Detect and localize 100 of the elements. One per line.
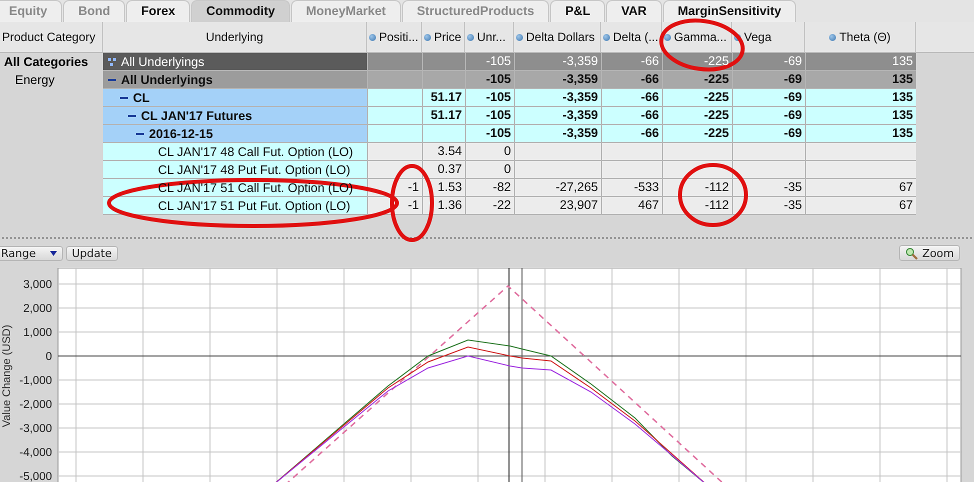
range-dropdown[interactable]: Range bbox=[0, 246, 63, 260]
underlying-cell[interactable]: 2016-12-15 bbox=[103, 125, 367, 143]
y-tick-label: 1,000 bbox=[23, 327, 52, 339]
y-axis-label: Value Change (USD) bbox=[1, 324, 13, 428]
table-cell: 135 bbox=[805, 71, 916, 89]
underlying-cell[interactable]: CL JAN'17 48 Call Fut. Option (LO) bbox=[103, 143, 367, 161]
column-header[interactable]: Vega bbox=[732, 22, 805, 52]
table-cell: 0 bbox=[465, 143, 514, 161]
table-cell: -66 bbox=[601, 125, 662, 143]
table-cell: -105 bbox=[465, 125, 514, 143]
table-cell: -66 bbox=[601, 89, 662, 107]
tab[interactable]: P&L bbox=[550, 0, 606, 22]
table-cell bbox=[367, 107, 422, 125]
table-cell: 135 bbox=[805, 89, 916, 107]
y-tick-label: -1,000 bbox=[19, 375, 52, 387]
underlying-cell[interactable]: CL bbox=[103, 89, 367, 107]
update-button[interactable]: Update bbox=[66, 246, 118, 260]
table-cell: -3,359 bbox=[514, 125, 601, 143]
table-cell: -533 bbox=[601, 179, 662, 197]
table-cell bbox=[422, 125, 465, 143]
category-item[interactable]: All Categories bbox=[0, 53, 103, 71]
underlying-cell[interactable]: CL JAN'17 Futures bbox=[103, 107, 367, 125]
table-cell: 67 bbox=[805, 179, 916, 197]
y-tick-label: -3,000 bbox=[19, 423, 52, 435]
table-cell: -105 bbox=[465, 53, 514, 71]
underlying-cell[interactable]: CL JAN'17 51 Put Fut. Option (LO) bbox=[103, 197, 367, 215]
table-cell: 23,907 bbox=[514, 197, 601, 215]
column-header[interactable]: Unr... bbox=[465, 22, 514, 52]
table-cell: -3,359 bbox=[514, 107, 601, 125]
highlight-ellipse bbox=[678, 163, 748, 227]
table-cell: -105 bbox=[465, 89, 514, 107]
table-cell: 67 bbox=[805, 197, 916, 215]
table-cell: -105 bbox=[465, 107, 514, 125]
table-cell: -225 bbox=[662, 89, 732, 107]
y-tick-label: 3,000 bbox=[23, 279, 52, 291]
y-tick-label: -2,000 bbox=[19, 399, 52, 411]
table-cell: 51.17 bbox=[422, 89, 465, 107]
table-cell: -69 bbox=[732, 71, 805, 89]
table-cell: -82 bbox=[465, 179, 514, 197]
table-cell bbox=[422, 71, 465, 89]
table-cell: -69 bbox=[732, 125, 805, 143]
table-cell: -27,265 bbox=[514, 179, 601, 197]
table-cell: 1.53 bbox=[422, 179, 465, 197]
table-cell: -105 bbox=[465, 71, 514, 89]
category-item[interactable]: Energy bbox=[0, 71, 103, 89]
table-cell bbox=[601, 143, 662, 161]
table-cell: -69 bbox=[732, 107, 805, 125]
table-cell: -112 bbox=[662, 179, 732, 197]
tab[interactable]: MarginSensitivity bbox=[662, 0, 796, 22]
table-cell: 51.17 bbox=[422, 107, 465, 125]
table-cell: 0 bbox=[465, 161, 514, 179]
table-cell: -3,359 bbox=[514, 71, 601, 89]
y-tick-label: -5,000 bbox=[19, 471, 52, 482]
table-cell: 0.37 bbox=[422, 161, 465, 179]
column-header[interactable]: Gamma... bbox=[662, 22, 732, 52]
table-cell: 467 bbox=[601, 197, 662, 215]
tab[interactable]: Commodity bbox=[191, 0, 290, 22]
column-header[interactable]: Price bbox=[422, 22, 465, 52]
column-header[interactable]: Theta (Θ) bbox=[805, 22, 916, 52]
magnifier-icon bbox=[905, 246, 918, 260]
table-cell bbox=[367, 143, 422, 161]
table-cell: -66 bbox=[601, 107, 662, 125]
column-header[interactable]: Delta (... bbox=[601, 22, 662, 52]
table-cell: 135 bbox=[805, 53, 916, 71]
table-cell bbox=[367, 71, 422, 89]
table-cell: 135 bbox=[805, 125, 916, 143]
underlying-cell[interactable]: All Underlyings bbox=[103, 53, 367, 71]
table-cell: -69 bbox=[732, 53, 805, 71]
table-cell bbox=[367, 125, 422, 143]
table-cell: -225 bbox=[662, 107, 732, 125]
zoom-button[interactable]: Zoom bbox=[899, 245, 960, 261]
tab[interactable]: Forex bbox=[126, 0, 190, 22]
table-cell: 135 bbox=[805, 107, 916, 125]
table-cell: -35 bbox=[732, 179, 805, 197]
table-cell: -112 bbox=[662, 197, 732, 215]
column-header[interactable]: Underlying bbox=[103, 22, 367, 52]
table-cell: -22 bbox=[465, 197, 514, 215]
table-cell bbox=[601, 161, 662, 179]
underlying-cell[interactable]: CL JAN'17 48 Put Fut. Option (LO) bbox=[103, 161, 367, 179]
table-cell: 3.54 bbox=[422, 143, 465, 161]
column-header[interactable]: Product Category bbox=[0, 22, 103, 52]
table-cell bbox=[367, 89, 422, 107]
table-cell: 1.36 bbox=[422, 197, 465, 215]
y-tick-label: 0 bbox=[46, 351, 52, 363]
caret-icon bbox=[50, 250, 57, 256]
y-tick-label: 2,000 bbox=[23, 303, 52, 315]
table-cell: -35 bbox=[732, 197, 805, 215]
table-cell: -225 bbox=[662, 125, 732, 143]
y-tick-label: -4,000 bbox=[19, 447, 52, 459]
column-header[interactable]: Positi... bbox=[367, 22, 422, 52]
table-cell bbox=[662, 143, 732, 161]
table-cell: -66 bbox=[601, 71, 662, 89]
tab[interactable]: VAR bbox=[606, 0, 662, 22]
column-header[interactable]: Delta Dollars bbox=[514, 22, 601, 52]
summary-icon bbox=[108, 58, 116, 66]
table-cell: -3,359 bbox=[514, 89, 601, 107]
table-cell: -66 bbox=[601, 53, 662, 71]
table-cell: -225 bbox=[662, 71, 732, 89]
underlying-cell[interactable]: All Underlyings bbox=[103, 71, 367, 89]
table-cell: -3,359 bbox=[514, 53, 601, 71]
